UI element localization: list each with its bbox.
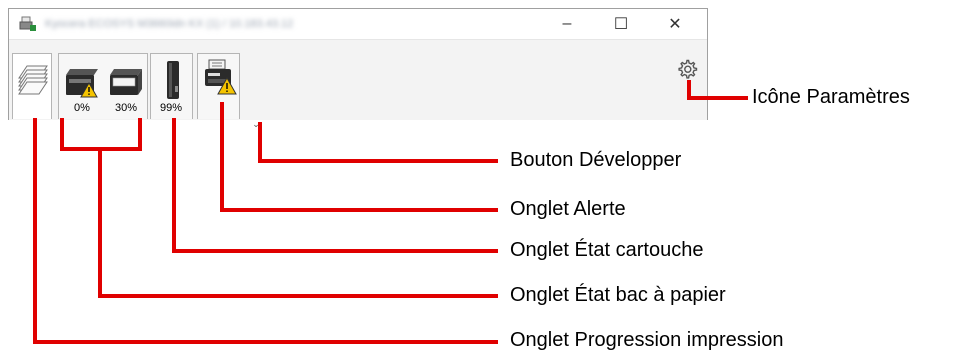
label-toner-tab: Onglet État cartouche <box>510 239 704 261</box>
callout-line-tray-stem <box>98 147 498 298</box>
label-settings-icon: Icône Paramètres <box>752 86 910 108</box>
callout-line-expand <box>258 122 498 163</box>
callout-line-tray <box>60 118 142 151</box>
label-paper-tray-tab: Onglet État bac à papier <box>510 284 726 306</box>
callout-line-alert <box>220 102 498 212</box>
callout-line-progress <box>33 118 498 344</box>
callout-line-settings <box>687 80 748 100</box>
label-print-progress-tab: Onglet Progression impression <box>510 329 784 351</box>
label-alert-tab: Onglet Alerte <box>510 198 626 220</box>
callout-lines <box>33 80 748 344</box>
label-expand-button: Bouton Développer <box>510 149 682 171</box>
